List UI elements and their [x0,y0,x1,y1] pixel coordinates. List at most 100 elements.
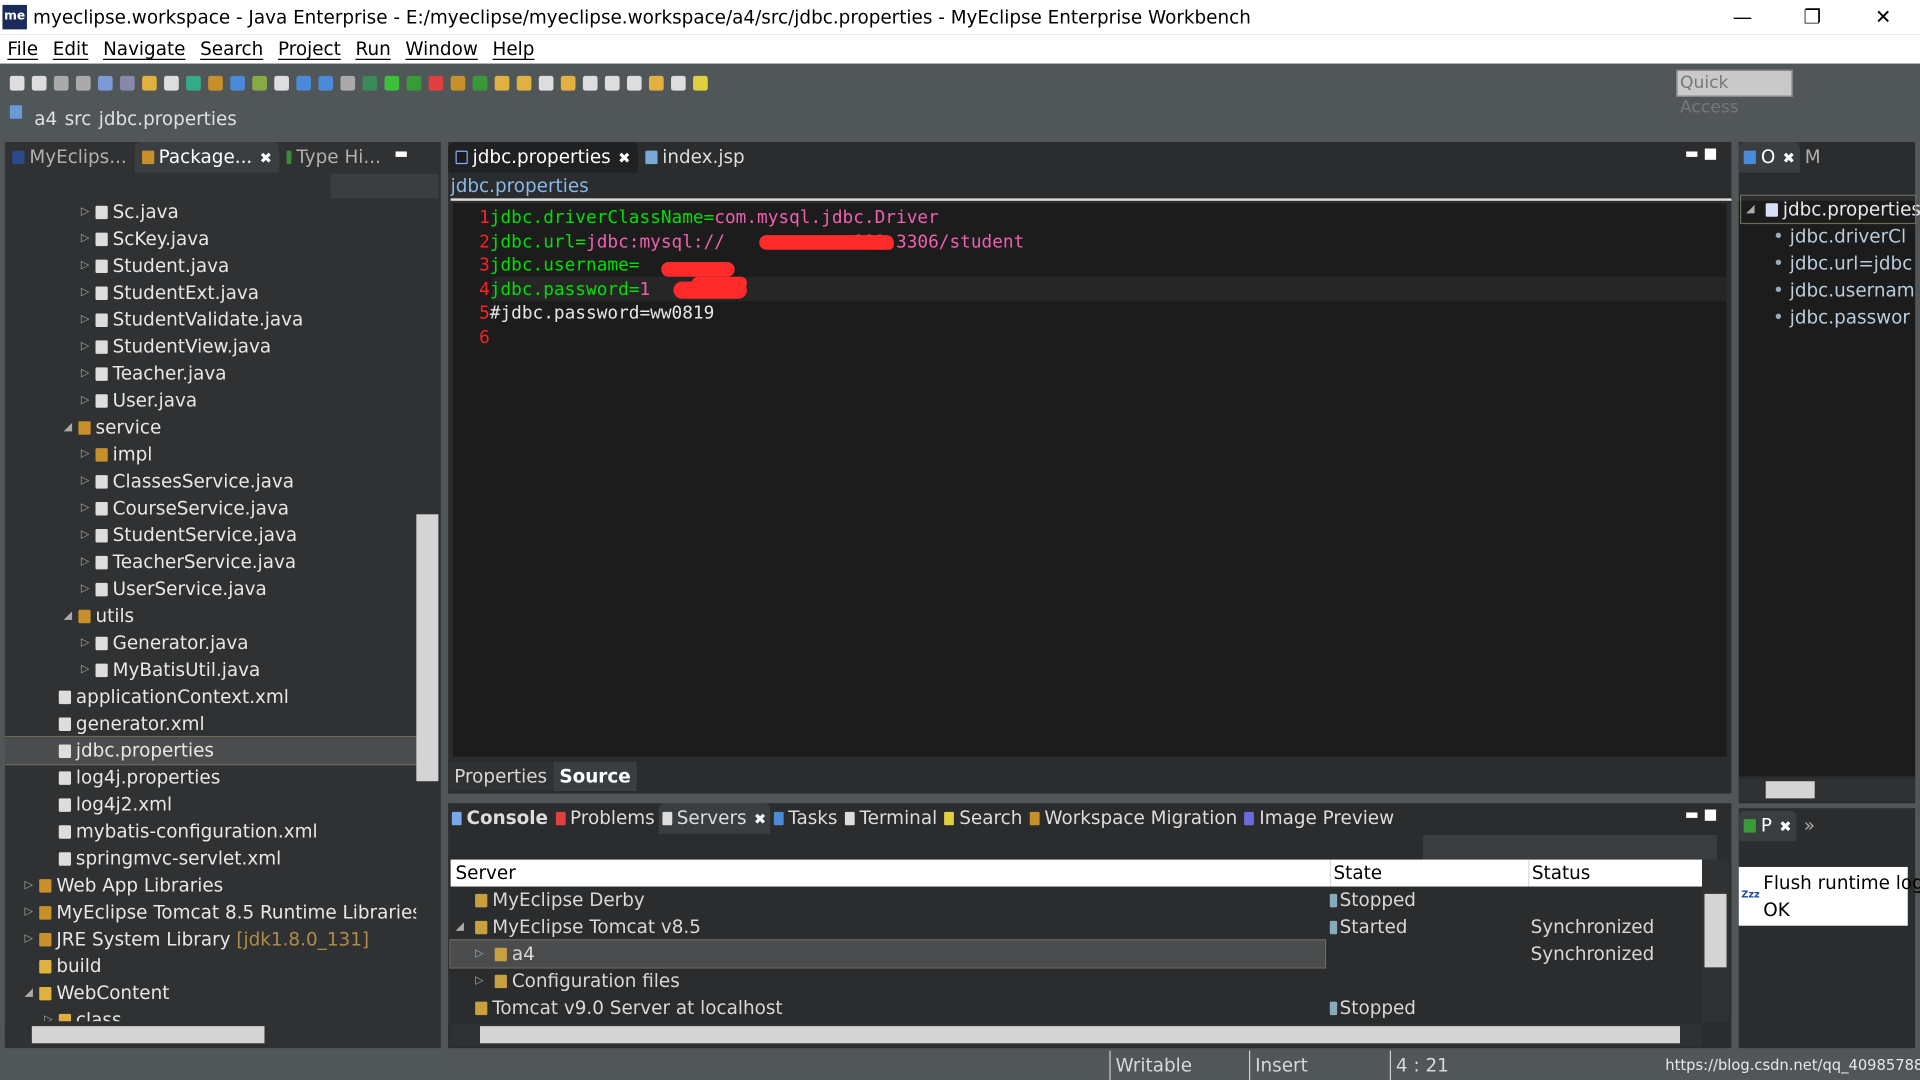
tab-tasks[interactable]: Tasks [770,803,841,834]
tree-item[interactable]: ▷ Sc.java [5,198,416,225]
tree-item[interactable]: ▷ Generator.java [5,629,416,656]
toolbar-button-icon[interactable] [164,75,179,91]
toolbar-button-icon[interactable] [31,75,47,91]
toolbar-button-icon[interactable] [516,75,532,91]
close-tab-icon[interactable]: ✖ [260,149,272,166]
expand-arrow-icon[interactable]: ◢ [24,980,32,1007]
toolbar-button-icon[interactable] [406,75,422,91]
tab-problems[interactable]: Problems [552,803,659,834]
menu-file[interactable]: File [7,34,38,63]
tree-item[interactable]: ▷ User.java [5,387,416,414]
expand-arrow-icon[interactable]: ▷ [81,252,89,279]
toolbar-button-icon[interactable] [296,75,312,91]
code-editor[interactable]: 1jdbc.driverClassName=com.mysql.jdbc.Dri… [453,203,1727,757]
close-tab-icon[interactable]: ✖ [754,811,766,828]
expand-arrow-icon[interactable]: ▷ [475,967,483,994]
quick-access-input[interactable]: Quick Access [1676,69,1793,118]
menu-navigate[interactable]: Navigate [103,34,185,63]
tree-item[interactable]: ▷ Web App Libraries [5,872,416,899]
expand-arrow-icon[interactable]: ◢ [64,414,72,441]
menu-run[interactable]: Run [356,34,391,63]
toolbar-button-icon[interactable] [97,75,113,91]
expand-arrow-icon[interactable]: ▷ [24,872,32,899]
toolbar-button-icon[interactable] [274,75,289,91]
tab-terminal[interactable]: Terminal [841,803,941,834]
tree-item[interactable]: applicationContext.xml [5,683,416,710]
expand-arrow-icon[interactable]: ▷ [81,629,89,656]
tab-myeclipse-explorer[interactable]: MyEclips... [5,142,134,173]
toolbar-button-icon[interactable] [472,75,488,91]
toolbar-button-icon[interactable] [582,75,598,91]
tab-type-hierarchy[interactable]: Type Hi... [279,142,388,173]
expand-arrow-icon[interactable]: ▷ [81,279,89,306]
expand-arrow-icon[interactable]: ▷ [24,926,32,953]
servers-hscrollbar[interactable] [450,1023,1703,1046]
tree-item[interactable]: ▷ class [5,1007,416,1022]
toolbar-button-icon[interactable] [120,75,135,91]
menu-window[interactable]: Window [405,34,477,63]
toolbar-button-icon[interactable] [626,75,642,91]
toolbar-button-icon[interactable] [53,75,69,91]
menu-edit[interactable]: Edit [53,34,89,63]
code-line[interactable]: 4jdbc.password=1 [453,278,1726,302]
toolbar-button-icon[interactable] [450,75,466,91]
tab-servers[interactable]: Servers ✖ [658,803,770,834]
tree-item[interactable]: ▷ Student.java [5,252,416,279]
expand-arrow-icon[interactable]: ▷ [81,495,89,522]
expand-arrow-icon[interactable]: ▷ [475,940,483,967]
tree-item[interactable]: build [5,953,416,980]
outline-item[interactable]: • jdbc.url=jdbc [1773,250,1912,277]
expand-arrow-icon[interactable]: ▷ [81,306,89,333]
code-line[interactable]: 2jdbc.url=jdbc:mysql:// 189:3306/student [453,230,1726,254]
tree-item[interactable]: mybatis-configuration.xml [5,818,416,845]
tab-console[interactable]: Console [448,803,552,834]
expand-arrow-icon[interactable]: ▷ [81,522,89,549]
tab-outline[interactable]: O ✖ [1738,142,1800,173]
toolbar-button-icon[interactable] [384,75,400,91]
toolbar-button-icon[interactable] [604,75,620,91]
toolbar-button-icon[interactable] [494,75,510,91]
servers-vscrollbar[interactable] [1702,859,1729,1022]
tab-index-jsp[interactable]: index.jsp [638,142,752,173]
column-state[interactable]: State [1329,859,1382,887]
toolbar-button-icon[interactable] [538,75,554,91]
tab-members[interactable]: M [1800,142,1826,173]
tree-item[interactable]: ▷ ScKey.java [5,225,416,252]
tree-item[interactable]: ◢ service [5,414,416,441]
toolbar-button-icon[interactable] [75,75,91,91]
expand-arrow-icon[interactable]: ▷ [81,549,89,576]
tree-item[interactable]: ▷ impl [5,441,416,468]
tree-item[interactable]: ◢ WebContent [5,980,416,1007]
expand-arrow-icon[interactable]: ▷ [44,1007,52,1021]
tab-jdbc-properties[interactable]: jdbc.properties ✖ [448,142,638,173]
toolbar-button-icon[interactable] [252,75,267,91]
close-button[interactable]: ✕ [1855,0,1911,34]
tree-item[interactable]: ▷ StudentExt.java [5,279,416,306]
toolbar-button-icon[interactable] [648,75,664,91]
toolbar-button-icon[interactable] [186,75,201,91]
column-status[interactable]: Status [1528,859,1590,887]
code-line[interactable]: 5#jdbc.password=ww0819 [453,302,1726,326]
outline-item[interactable]: • jdbc.usernam [1773,277,1915,304]
server-row[interactable]: ▷ Configuration files [451,967,1702,994]
minimize-editor-icon[interactable]: ▬ ■ [1685,144,1717,161]
tab-search[interactable]: Search [941,803,1026,834]
server-row[interactable]: Tomcat v9.0 Server at localhost Stopped [451,994,1702,1021]
code-line[interactable]: 6 [453,326,1726,350]
tree-item[interactable]: ▷ StudentValidate.java [5,306,416,333]
toolbar-button-icon[interactable] [208,75,223,91]
tree-item[interactable]: log4j2.xml [5,791,416,818]
expand-arrow-icon[interactable]: ▷ [81,333,89,360]
expand-arrow-icon[interactable]: ▷ [24,899,32,926]
expand-arrow-icon[interactable]: ▷ [81,441,89,468]
tab-image-preview[interactable]: Image Preview [1241,803,1398,834]
tree-vscrollbar[interactable] [416,198,439,1024]
tab-properties[interactable]: Properties [448,761,554,792]
tree-item[interactable]: ▷ StudentView.java [5,333,416,360]
tree-item[interactable]: ▷ UserService.java [5,576,416,603]
outline-item[interactable]: • jdbc.passwor [1773,304,1910,331]
toolbar-button-icon[interactable] [560,75,576,91]
expand-arrow-icon[interactable]: ▷ [81,387,89,414]
expand-arrow-icon[interactable]: ▷ [81,656,89,683]
minimize-panel-icon[interactable]: ▬ ■ [1685,806,1717,823]
